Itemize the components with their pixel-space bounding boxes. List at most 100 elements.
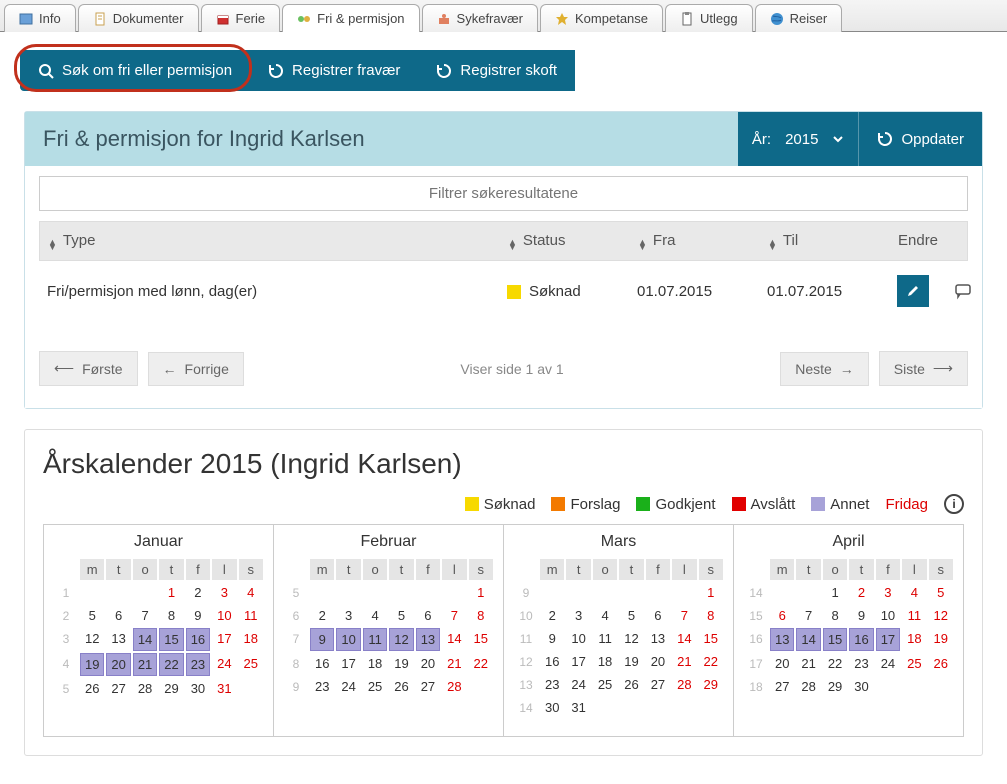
col-type[interactable]: ▲▼Type xyxy=(48,232,508,250)
calendar-day[interactable]: 2 xyxy=(310,605,334,626)
calendar-day[interactable]: 5 xyxy=(929,582,953,603)
calendar-day[interactable]: 6 xyxy=(646,605,670,626)
calendar-day[interactable]: 15 xyxy=(159,628,183,651)
calendar-day[interactable]: 5 xyxy=(619,605,643,626)
calendar-day[interactable]: 19 xyxy=(929,628,953,651)
calendar-day[interactable]: 31 xyxy=(566,697,590,718)
register-absence-button[interactable]: Registrer fravær xyxy=(250,50,418,91)
calendar-day[interactable]: 22 xyxy=(469,653,493,674)
calendar-day[interactable]: 25 xyxy=(239,653,263,676)
calendar-day[interactable]: 14 xyxy=(796,628,820,651)
calendar-day[interactable]: 29 xyxy=(159,678,183,699)
tab-sykefrav-r[interactable]: Sykefravær xyxy=(422,4,538,32)
calendar-day[interactable]: 13 xyxy=(646,628,670,649)
calendar-day[interactable]: 1 xyxy=(699,582,723,603)
calendar-day[interactable]: 3 xyxy=(212,582,236,603)
calendar-day[interactable]: 4 xyxy=(902,582,926,603)
calendar-day[interactable]: 5 xyxy=(389,605,413,626)
calendar-day[interactable]: 10 xyxy=(212,605,236,626)
calendar-day[interactable]: 24 xyxy=(212,653,236,676)
calendar-day[interactable]: 1 xyxy=(159,582,183,603)
calendar-day[interactable]: 11 xyxy=(239,605,263,626)
calendar-day[interactable]: 31 xyxy=(212,678,236,699)
calendar-day[interactable]: 26 xyxy=(389,676,413,697)
tab-fri-permisjon[interactable]: Fri & permisjon xyxy=(282,4,419,32)
calendar-day[interactable]: 9 xyxy=(310,628,334,651)
calendar-day[interactable]: 24 xyxy=(566,674,590,695)
calendar-day[interactable]: 16 xyxy=(310,653,334,674)
calendar-day[interactable]: 2 xyxy=(849,582,873,603)
tab-info[interactable]: Info xyxy=(4,4,76,32)
calendar-day[interactable]: 12 xyxy=(80,628,104,651)
calendar-day[interactable]: 29 xyxy=(823,676,847,697)
calendar-day[interactable]: 20 xyxy=(106,653,130,676)
calendar-day[interactable]: 18 xyxy=(593,651,617,672)
calendar-day[interactable]: 7 xyxy=(796,605,820,626)
calendar-day[interactable]: 27 xyxy=(646,674,670,695)
calendar-day[interactable]: 29 xyxy=(699,674,723,695)
calendar-day[interactable]: 14 xyxy=(672,628,696,649)
calendar-day[interactable]: 15 xyxy=(699,628,723,649)
calendar-day[interactable]: 23 xyxy=(540,674,564,695)
calendar-day[interactable]: 19 xyxy=(619,651,643,672)
calendar-day[interactable]: 25 xyxy=(363,676,387,697)
calendar-day[interactable]: 28 xyxy=(133,678,157,699)
tab-reiser[interactable]: Reiser xyxy=(755,4,843,32)
calendar-day[interactable]: 21 xyxy=(442,653,466,674)
calendar-day[interactable]: 4 xyxy=(239,582,263,603)
calendar-day[interactable]: 11 xyxy=(902,605,926,626)
calendar-day[interactable]: 26 xyxy=(929,653,953,674)
calendar-day[interactable]: 15 xyxy=(823,628,847,651)
calendar-day[interactable]: 16 xyxy=(186,628,210,651)
calendar-day[interactable]: 9 xyxy=(849,605,873,626)
calendar-day[interactable]: 27 xyxy=(770,676,794,697)
calendar-day[interactable]: 22 xyxy=(699,651,723,672)
calendar-day[interactable]: 5 xyxy=(80,605,104,626)
calendar-day[interactable]: 6 xyxy=(770,605,794,626)
calendar-day[interactable]: 6 xyxy=(106,605,130,626)
calendar-day[interactable]: 16 xyxy=(849,628,873,651)
calendar-day[interactable]: 12 xyxy=(929,605,953,626)
calendar-day[interactable]: 17 xyxy=(336,653,360,674)
tab-utlegg[interactable]: Utlegg xyxy=(665,4,753,32)
calendar-day[interactable]: 13 xyxy=(416,628,440,651)
calendar-day[interactable]: 13 xyxy=(106,628,130,651)
calendar-day[interactable]: 2 xyxy=(186,582,210,603)
calendar-day[interactable]: 30 xyxy=(540,697,564,718)
calendar-day[interactable]: 2 xyxy=(540,605,564,626)
calendar-day[interactable]: 19 xyxy=(389,653,413,674)
calendar-day[interactable]: 9 xyxy=(540,628,564,649)
calendar-day[interactable]: 11 xyxy=(363,628,387,651)
tab-ferie[interactable]: Ferie xyxy=(201,4,281,32)
calendar-day[interactable]: 3 xyxy=(336,605,360,626)
calendar-day[interactable]: 24 xyxy=(876,653,900,674)
calendar-day[interactable]: 17 xyxy=(212,628,236,651)
calendar-day[interactable]: 15 xyxy=(469,628,493,651)
calendar-day[interactable]: 10 xyxy=(566,628,590,649)
calendar-day[interactable]: 7 xyxy=(133,605,157,626)
calendar-day[interactable]: 30 xyxy=(849,676,873,697)
calendar-day[interactable]: 24 xyxy=(336,676,360,697)
calendar-day[interactable]: 28 xyxy=(796,676,820,697)
calendar-day[interactable]: 18 xyxy=(363,653,387,674)
calendar-day[interactable]: 6 xyxy=(416,605,440,626)
calendar-day[interactable]: 20 xyxy=(646,651,670,672)
calendar-day[interactable]: 27 xyxy=(416,676,440,697)
calendar-day[interactable]: 23 xyxy=(849,653,873,674)
calendar-day[interactable]: 7 xyxy=(672,605,696,626)
calendar-day[interactable]: 16 xyxy=(540,651,564,672)
calendar-day[interactable]: 28 xyxy=(442,676,466,697)
col-status[interactable]: ▲▼Status xyxy=(508,232,638,250)
year-selector[interactable]: År: 2015 xyxy=(738,112,859,166)
calendar-day[interactable]: 21 xyxy=(672,651,696,672)
calendar-day[interactable]: 22 xyxy=(159,653,183,676)
register-skoft-button[interactable]: Registrer skoft xyxy=(418,50,575,91)
calendar-day[interactable]: 27 xyxy=(106,678,130,699)
calendar-day[interactable]: 28 xyxy=(672,674,696,695)
calendar-day[interactable]: 21 xyxy=(133,653,157,676)
calendar-day[interactable]: 9 xyxy=(186,605,210,626)
calendar-day[interactable]: 13 xyxy=(770,628,794,651)
calendar-day[interactable]: 26 xyxy=(619,674,643,695)
calendar-day[interactable]: 17 xyxy=(566,651,590,672)
calendar-day[interactable]: 4 xyxy=(363,605,387,626)
